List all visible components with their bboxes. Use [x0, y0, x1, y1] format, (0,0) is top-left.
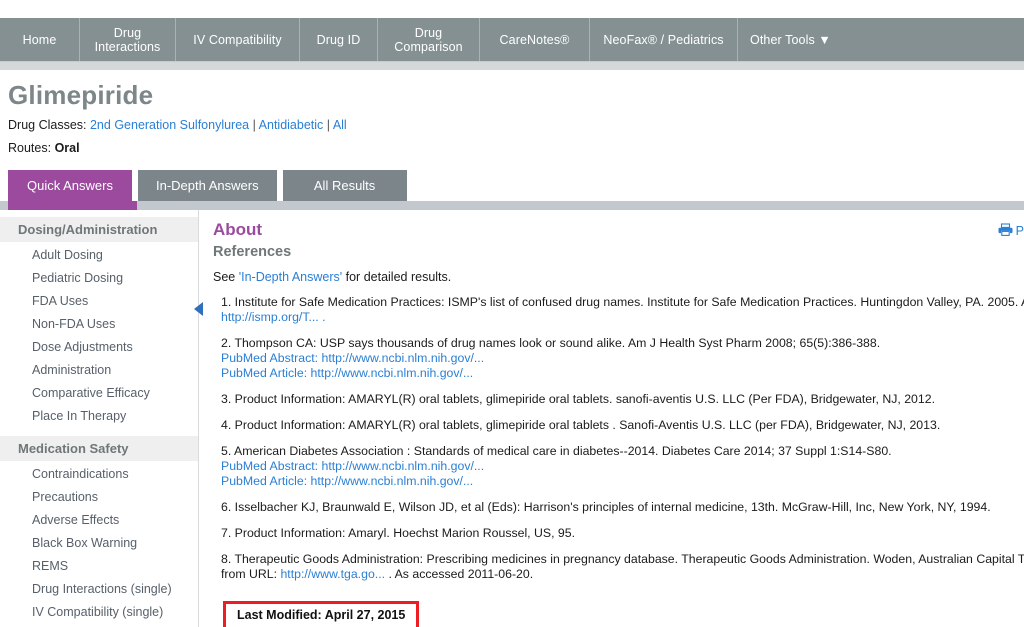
drug-header: Glimepiride Drug Classes: 2nd Generation…	[0, 70, 1024, 156]
page-title: Glimepiride	[8, 80, 154, 110]
nav-other-tools[interactable]: Other Tools ▼	[738, 18, 841, 61]
sidebar-group-dosing-administration: Dosing/Administration	[0, 217, 198, 242]
reference-item-7: 7. Product Information: Amaryl. Hoechst …	[221, 526, 1024, 541]
reference-item-6: 6. Isselbacher KJ, Braunwald E, Wilson J…	[221, 500, 1024, 515]
reference-2-pubmed-abstract[interactable]: PubMed Abstract: http://www.ncbi.nlm.nih…	[221, 351, 1024, 366]
drug-classes-row: Drug Classes: 2nd Generation Sulfonylure…	[8, 118, 1024, 133]
reference-5-text: 5. American Diabetes Association : Stand…	[221, 444, 892, 458]
sidebar-item-adult-dosing[interactable]: Adult Dosing	[0, 244, 198, 267]
reference-item-2: 2. Thompson CA: USP says thousands of dr…	[221, 336, 1024, 381]
reference-item-1: 1. Institute for Safe Medication Practic…	[221, 295, 1024, 325]
active-tab-caret-icon	[64, 201, 82, 210]
nav-carenotes[interactable]: CareNotes®	[480, 18, 590, 61]
sidebar-item-drug-interactions-single[interactable]: Drug Interactions (single)	[0, 578, 198, 601]
reference-8-text: 8. Therapeutic Goods Administration: Pre…	[221, 552, 1024, 566]
drug-class-link-antidiabetic[interactable]: Antidiabetic	[259, 118, 324, 132]
routes-value: Oral	[54, 141, 80, 155]
sidebar-item-place-in-therapy[interactable]: Place In Therapy	[0, 405, 198, 428]
print-label: P	[1015, 224, 1024, 238]
sidebar-item-comparative-efficacy[interactable]: Comparative Efficacy	[0, 382, 198, 405]
reference-item-5: 5. American Diabetes Association : Stand…	[221, 444, 1024, 489]
routes-row: Routes: Oral	[8, 141, 1024, 156]
see-prefix-text: See	[213, 270, 239, 284]
printer-icon	[998, 223, 1013, 239]
nav-underline-bar	[0, 62, 1024, 70]
reference-item-4: 4. Product Information: AMARYL(R) oral t…	[221, 418, 1024, 433]
tab-all-results[interactable]: All Results	[282, 170, 407, 201]
see-in-depth-line: See 'In-Depth Answers' for detailed resu…	[213, 270, 1024, 284]
reference-6-text: 6. Isselbacher KJ, Braunwald E, Wilson J…	[221, 500, 991, 514]
reference-8-url[interactable]: http://www.tga.go...	[280, 567, 385, 581]
nav-iv-compatibility[interactable]: IV Compatibility	[176, 18, 300, 61]
reference-1-url[interactable]: http://ismp.org/T... .	[221, 310, 1024, 325]
drug-class-link-all[interactable]: All	[333, 118, 347, 132]
print-button[interactable]: P	[998, 223, 1024, 239]
sidebar-item-adverse-effects[interactable]: Adverse Effects	[0, 509, 198, 532]
tab-list: Quick Answers In-Depth Answers All Resul…	[8, 170, 1024, 201]
sidebar-item-dose-adjustments[interactable]: Dose Adjustments	[0, 336, 198, 359]
reference-2-text: 2. Thompson CA: USP says thousands of dr…	[221, 336, 881, 350]
routes-label: Routes:	[8, 141, 52, 155]
sidebar-item-administration[interactable]: Administration	[0, 359, 198, 382]
tab-strip: Quick Answers In-Depth Answers All Resul…	[0, 170, 1024, 210]
reference-list: 1. Institute for Safe Medication Practic…	[213, 295, 1024, 582]
class-separator-2: |	[323, 118, 331, 132]
main-navigation-bar: Home Drug Interactions IV Compatibility …	[0, 18, 1024, 62]
sidebar-group-medication-safety: Medication Safety	[0, 436, 198, 461]
reference-4-text: 4. Product Information: AMARYL(R) oral t…	[221, 418, 941, 432]
drug-class-link-sulfonylurea[interactable]: 2nd Generation Sulfonylurea	[90, 118, 249, 132]
nav-drug-comparison[interactable]: Drug Comparison	[378, 18, 480, 61]
sidebar-item-iv-compatibility-single[interactable]: IV Compatibility (single)	[0, 601, 198, 624]
reference-item-3: 3. Product Information: AMARYL(R) oral t…	[221, 392, 1024, 407]
sidebar-item-fda-uses[interactable]: FDA Uses	[0, 290, 198, 313]
last-modified-badge: Last Modified: April 27, 2015	[223, 601, 420, 627]
class-separator-1: |	[249, 118, 256, 132]
reference-2-pubmed-article[interactable]: PubMed Article: http://www.ncbi.nlm.nih.…	[221, 366, 1024, 381]
reference-8-url-prefix: from URL:	[221, 567, 281, 581]
reference-7-text: 7. Product Information: Amaryl. Hoechst …	[221, 526, 576, 540]
tab-quick-answers[interactable]: Quick Answers	[8, 170, 132, 201]
reference-3-text: 3. Product Information: AMARYL(R) oral t…	[221, 392, 935, 406]
content-area: Dosing/Administration Adult Dosing Pedia…	[0, 210, 1024, 627]
tab-underline-bar	[0, 201, 1024, 210]
left-sidebar: Dosing/Administration Adult Dosing Pedia…	[0, 210, 203, 627]
sidebar-item-contraindications[interactable]: Contraindications	[0, 463, 198, 486]
tab-in-depth-answers[interactable]: In-Depth Answers	[138, 170, 277, 201]
nav-neofax-pediatrics[interactable]: NeoFax® / Pediatrics	[590, 18, 738, 61]
reference-5-pubmed-abstract[interactable]: PubMed Abstract: http://www.ncbi.nlm.nih…	[221, 459, 1024, 474]
reference-1-text: 1. Institute for Safe Medication Practic…	[221, 295, 1024, 309]
in-depth-answers-link[interactable]: 'In-Depth Answers'	[239, 270, 342, 284]
reference-5-pubmed-article[interactable]: PubMed Article: http://www.ncbi.nlm.nih.…	[221, 474, 1024, 489]
main-panel: P About References See 'In-Depth Answers…	[199, 210, 1024, 627]
about-heading: About	[213, 220, 263, 239]
see-suffix-text: for detailed results.	[342, 270, 452, 284]
reference-item-8: 8. Therapeutic Goods Administration: Pre…	[221, 552, 1024, 582]
sidebar-item-rems[interactable]: REMS	[0, 555, 198, 578]
nav-drug-id[interactable]: Drug ID	[300, 18, 378, 61]
references-heading: References	[213, 244, 292, 260]
reference-8-second-line: from URL: http://www.tga.go... . As acce…	[221, 567, 1024, 582]
reference-8-url-suffix: . As accessed 2011-06-20.	[385, 567, 534, 581]
sidebar-item-pediatric-dosing[interactable]: Pediatric Dosing	[0, 267, 198, 290]
drug-classes-label: Drug Classes:	[8, 118, 87, 132]
top-white-strip	[0, 0, 1024, 18]
sidebar-item-non-fda-uses[interactable]: Non-FDA Uses	[0, 313, 198, 336]
nav-home[interactable]: Home	[0, 18, 80, 61]
nav-drug-interactions[interactable]: Drug Interactions	[80, 18, 176, 61]
nav-filler	[840, 18, 1024, 61]
sidebar-item-black-box-warning[interactable]: Black Box Warning	[0, 532, 198, 555]
sidebar-item-precautions[interactable]: Precautions	[0, 486, 198, 509]
